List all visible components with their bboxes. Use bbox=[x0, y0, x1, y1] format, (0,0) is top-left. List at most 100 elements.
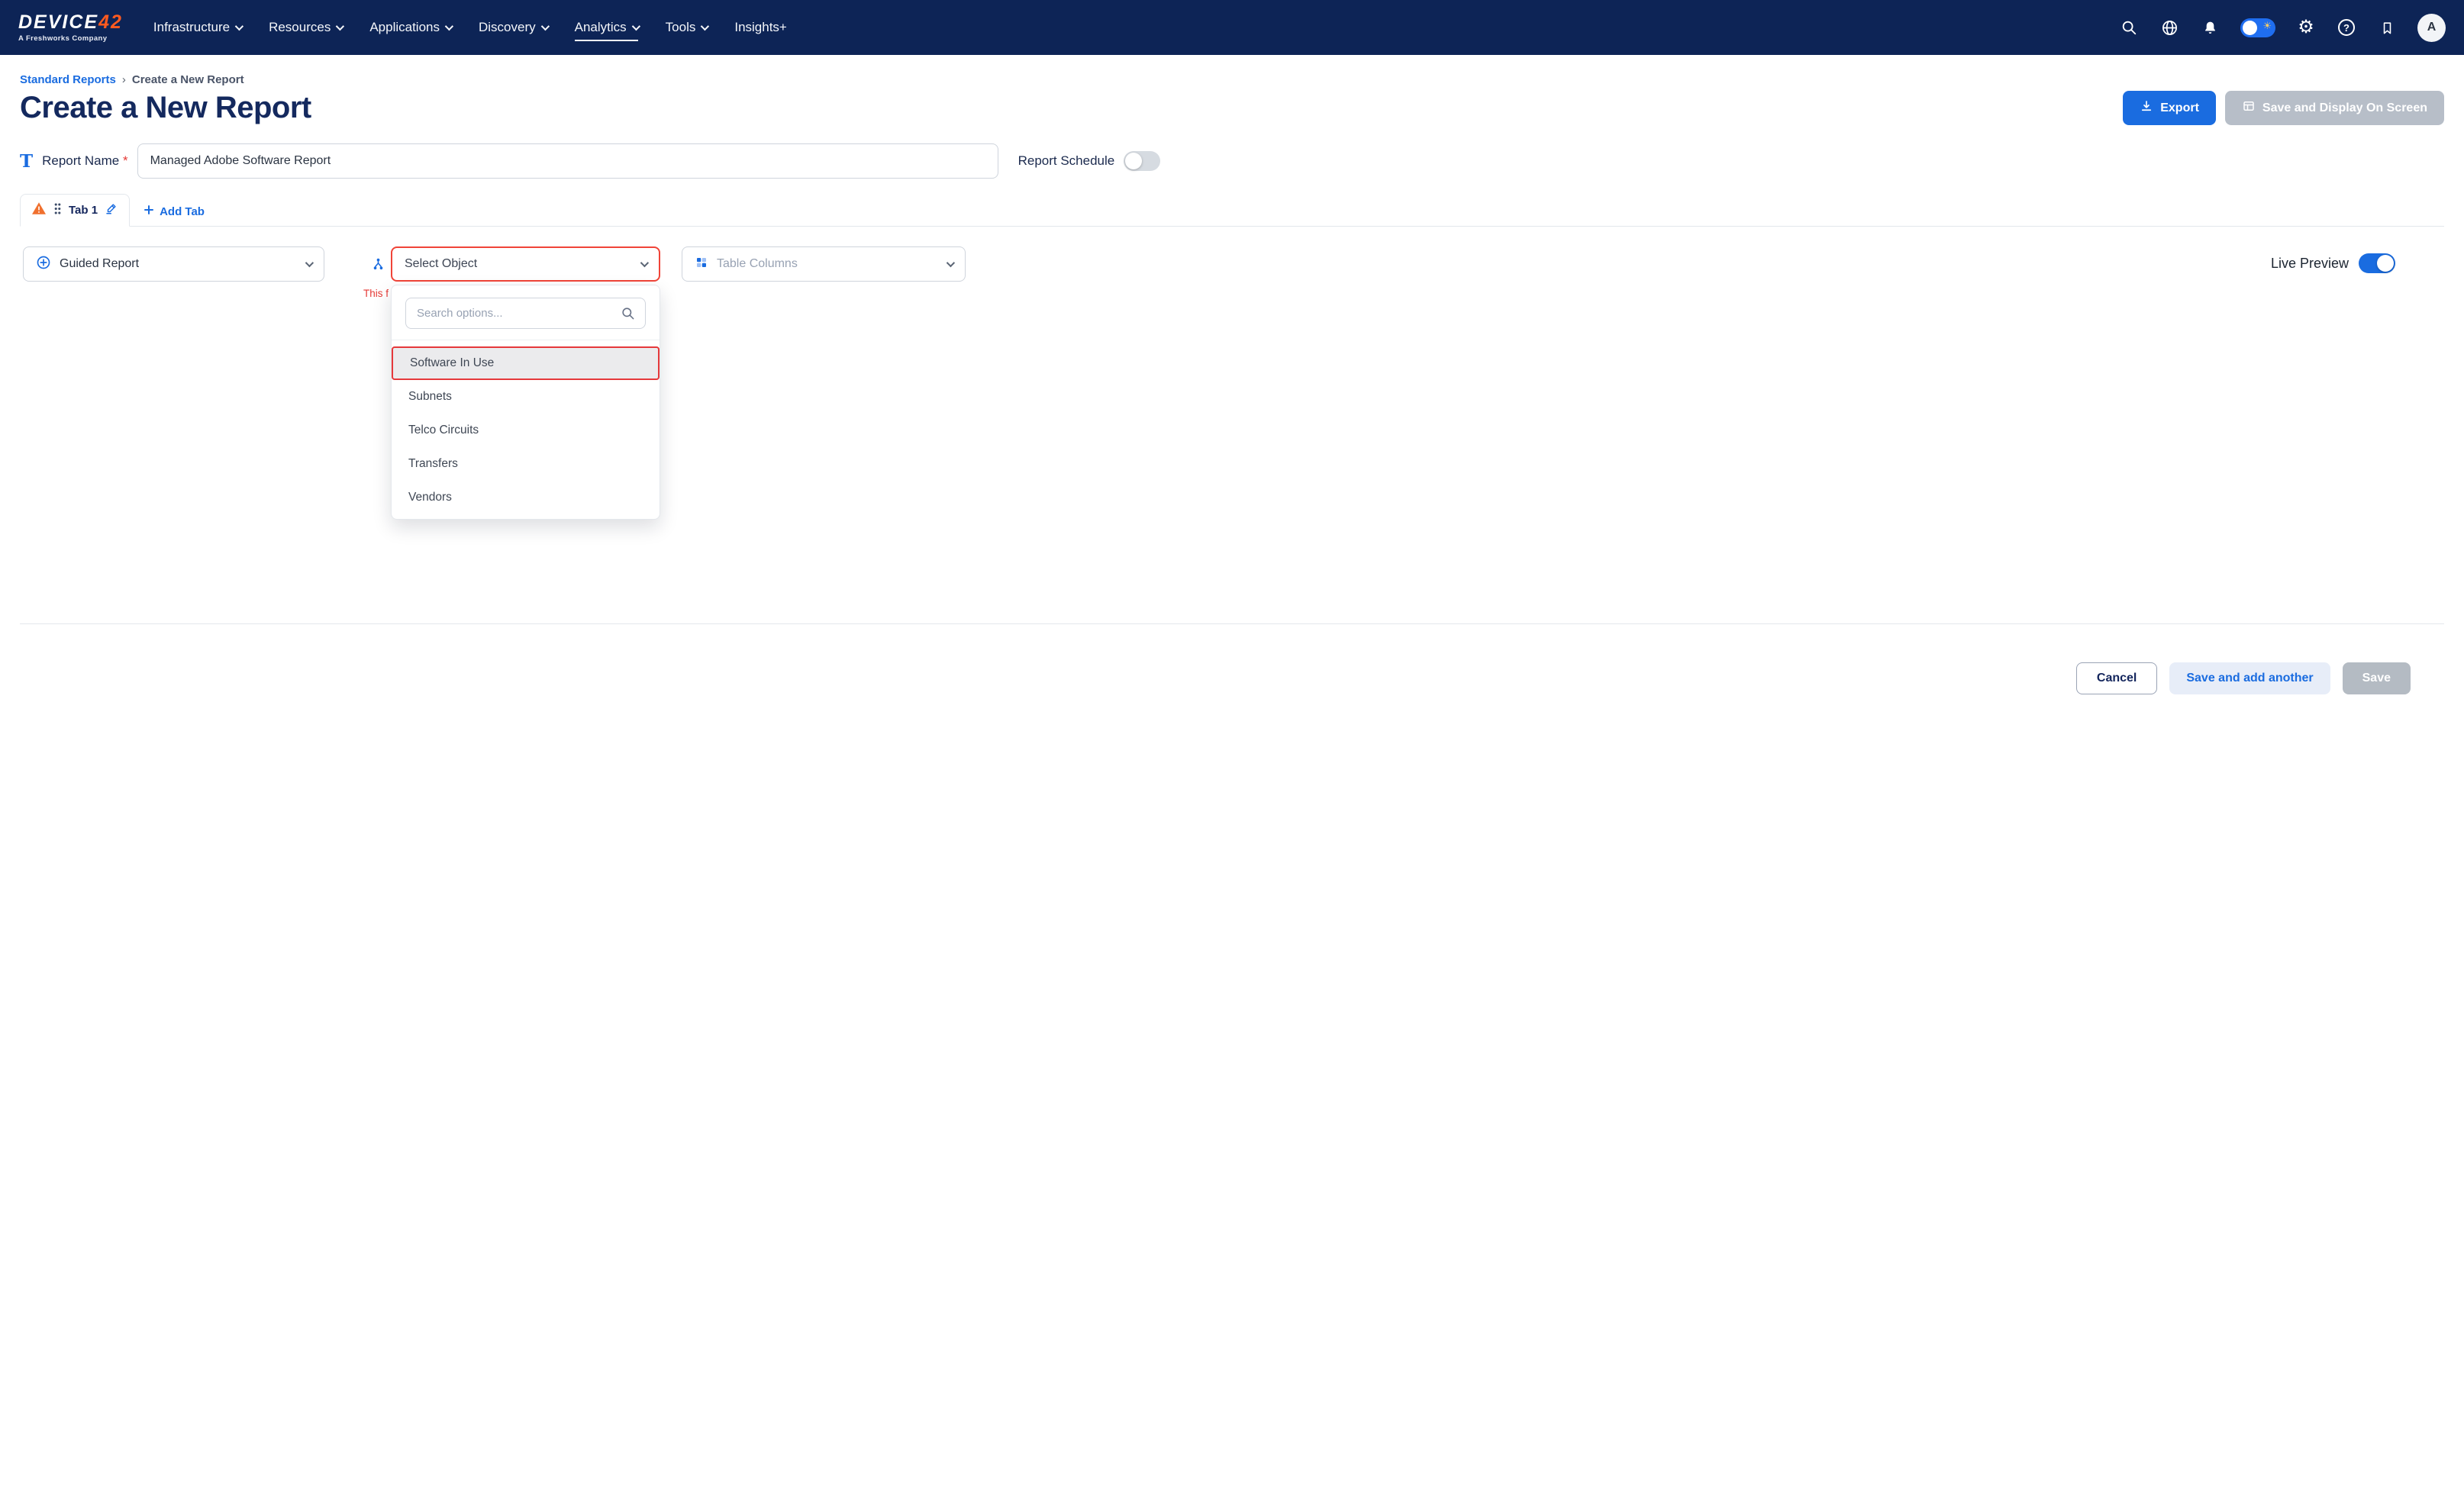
chevron-down-icon bbox=[947, 259, 955, 267]
nav-label: Resources bbox=[269, 20, 331, 35]
warning-icon bbox=[31, 201, 47, 219]
nav-label: Analytics bbox=[575, 20, 627, 35]
breadcrumb: Standard Reports › Create a New Report bbox=[20, 73, 2444, 86]
drag-handle-icon[interactable] bbox=[53, 202, 62, 219]
tab-1-label: Tab 1 bbox=[69, 204, 98, 217]
add-tab-button[interactable]: Add Tab bbox=[144, 205, 205, 218]
table-icon bbox=[2242, 99, 2256, 117]
chevron-down-icon bbox=[445, 22, 453, 31]
search-icon[interactable] bbox=[2119, 18, 2139, 37]
top-navbar: DEVICE42 A Freshworks Company Infrastruc… bbox=[0, 0, 2464, 55]
search-icon bbox=[621, 306, 635, 324]
dropdown-search-wrap bbox=[392, 285, 660, 340]
select-object-placeholder: Select Object bbox=[405, 257, 477, 271]
globe-icon[interactable] bbox=[2159, 18, 2179, 37]
nav-insights-plus[interactable]: Insights+ bbox=[734, 14, 787, 41]
guided-report-icon bbox=[36, 255, 51, 274]
select-object-dropdown[interactable]: Select Object bbox=[391, 246, 660, 282]
navbar-right-icons: ☀ ⚙ ? A bbox=[2119, 14, 2446, 42]
user-avatar[interactable]: A bbox=[2417, 14, 2446, 42]
export-button[interactable]: Export bbox=[2123, 91, 2216, 125]
save-and-display-label: Save and Display On Screen bbox=[2262, 101, 2427, 115]
save-and-add-another-button[interactable]: Save and add another bbox=[2169, 662, 2330, 694]
object-select-group: Select Object This f Software In Use Sub… bbox=[371, 246, 660, 282]
report-schedule-label: Report Schedule bbox=[1018, 153, 1115, 169]
breadcrumb-current: Create a New Report bbox=[132, 73, 244, 86]
text-type-icon: T bbox=[20, 153, 33, 170]
edit-pencil-icon[interactable] bbox=[105, 201, 118, 219]
chevron-down-icon bbox=[540, 22, 549, 31]
nav-resources[interactable]: Resources bbox=[269, 14, 342, 41]
footer-actions: Cancel Save and add another Save bbox=[0, 662, 2411, 694]
nav-applications[interactable]: Applications bbox=[369, 14, 451, 41]
object-hierarchy-icon bbox=[371, 257, 386, 272]
toggle-knob bbox=[2377, 255, 2394, 272]
object-error-text: This f bbox=[363, 288, 389, 299]
live-preview-group: Live Preview bbox=[2271, 246, 2395, 273]
chevron-down-icon bbox=[235, 22, 243, 31]
tab-bar: Tab 1 Add Tab bbox=[20, 194, 2444, 227]
nav-tools[interactable]: Tools bbox=[666, 14, 708, 41]
report-type-select[interactable]: Guided Report bbox=[23, 246, 324, 282]
save-and-display-button[interactable]: Save and Display On Screen bbox=[2225, 91, 2444, 125]
option-software-in-use[interactable]: Software In Use bbox=[392, 346, 660, 380]
settings-gear-icon[interactable]: ⚙ bbox=[2296, 18, 2316, 37]
help-icon[interactable]: ? bbox=[2337, 18, 2356, 37]
nav-label: Infrastructure bbox=[153, 20, 230, 35]
nav-label: Discovery bbox=[479, 20, 536, 35]
required-asterisk: * bbox=[123, 153, 128, 168]
nav-label: Tools bbox=[666, 20, 696, 35]
option-telco-circuits[interactable]: Telco Circuits bbox=[392, 414, 660, 447]
table-columns-select[interactable]: Table Columns bbox=[682, 246, 966, 282]
chevron-down-icon bbox=[336, 22, 344, 31]
breadcrumb-standard-reports[interactable]: Standard Reports bbox=[20, 73, 116, 86]
logo-accent: 42 bbox=[98, 11, 123, 33]
device42-logo[interactable]: DEVICE42 A Freshworks Company bbox=[18, 13, 123, 43]
sun-icon: ☀ bbox=[2262, 21, 2272, 31]
logo-text: DEVICE42 bbox=[18, 13, 123, 32]
header-actions: Export Save and Display On Screen bbox=[2123, 91, 2444, 125]
logo-tagline: A Freshworks Company bbox=[18, 34, 123, 43]
tab-1[interactable]: Tab 1 bbox=[20, 194, 130, 227]
notifications-bell-icon[interactable] bbox=[2200, 18, 2220, 37]
cancel-button[interactable]: Cancel bbox=[2076, 662, 2157, 694]
table-columns-icon bbox=[695, 256, 708, 273]
theme-toggle-knob bbox=[2243, 21, 2257, 35]
chevron-down-icon bbox=[701, 22, 709, 31]
option-vendors[interactable]: Vendors bbox=[392, 481, 660, 514]
options-list: Software In Use Subnets Telco Circuits T… bbox=[392, 340, 660, 519]
title-row: Create a New Report Export Save and Disp… bbox=[20, 91, 2444, 125]
nav-infrastructure[interactable]: Infrastructure bbox=[153, 14, 241, 41]
object-dropdown-panel: Software In Use Subnets Telco Circuits T… bbox=[391, 285, 660, 520]
chevron-down-icon bbox=[640, 259, 649, 267]
option-transfers[interactable]: Transfers bbox=[392, 447, 660, 481]
report-name-row: T Report Name * Report Schedule bbox=[20, 143, 2444, 179]
page-title: Create a New Report bbox=[20, 91, 311, 125]
content-spacer bbox=[0, 282, 2464, 623]
report-type-value: Guided Report bbox=[60, 257, 139, 271]
report-schedule-toggle[interactable] bbox=[1124, 151, 1160, 171]
report-builder-row: Guided Report Select Object This f bbox=[20, 246, 2444, 282]
save-button[interactable]: Save bbox=[2343, 662, 2411, 694]
chevron-down-icon bbox=[305, 259, 314, 267]
bookmark-icon[interactable] bbox=[2377, 18, 2397, 37]
option-subnets[interactable]: Subnets bbox=[392, 380, 660, 414]
nav-label: Insights+ bbox=[734, 20, 787, 35]
options-search-input[interactable] bbox=[405, 298, 646, 329]
plus-icon bbox=[144, 205, 154, 218]
live-preview-toggle[interactable] bbox=[2359, 253, 2395, 273]
nav-discovery[interactable]: Discovery bbox=[479, 14, 547, 41]
report-name-input[interactable] bbox=[137, 143, 998, 179]
report-name-label-text: Report Name bbox=[42, 153, 119, 168]
nav-label: Applications bbox=[369, 20, 440, 35]
add-tab-label: Add Tab bbox=[160, 205, 205, 218]
toggle-knob bbox=[1125, 153, 1142, 169]
nav-analytics[interactable]: Analytics bbox=[575, 14, 638, 41]
report-name-label: Report Name * bbox=[42, 153, 127, 169]
export-label: Export bbox=[2160, 101, 2199, 115]
breadcrumb-separator: › bbox=[122, 73, 126, 86]
download-icon bbox=[2140, 99, 2153, 117]
theme-toggle[interactable]: ☀ bbox=[2240, 18, 2275, 37]
table-columns-placeholder: Table Columns bbox=[717, 257, 798, 271]
footer-divider bbox=[20, 623, 2444, 624]
